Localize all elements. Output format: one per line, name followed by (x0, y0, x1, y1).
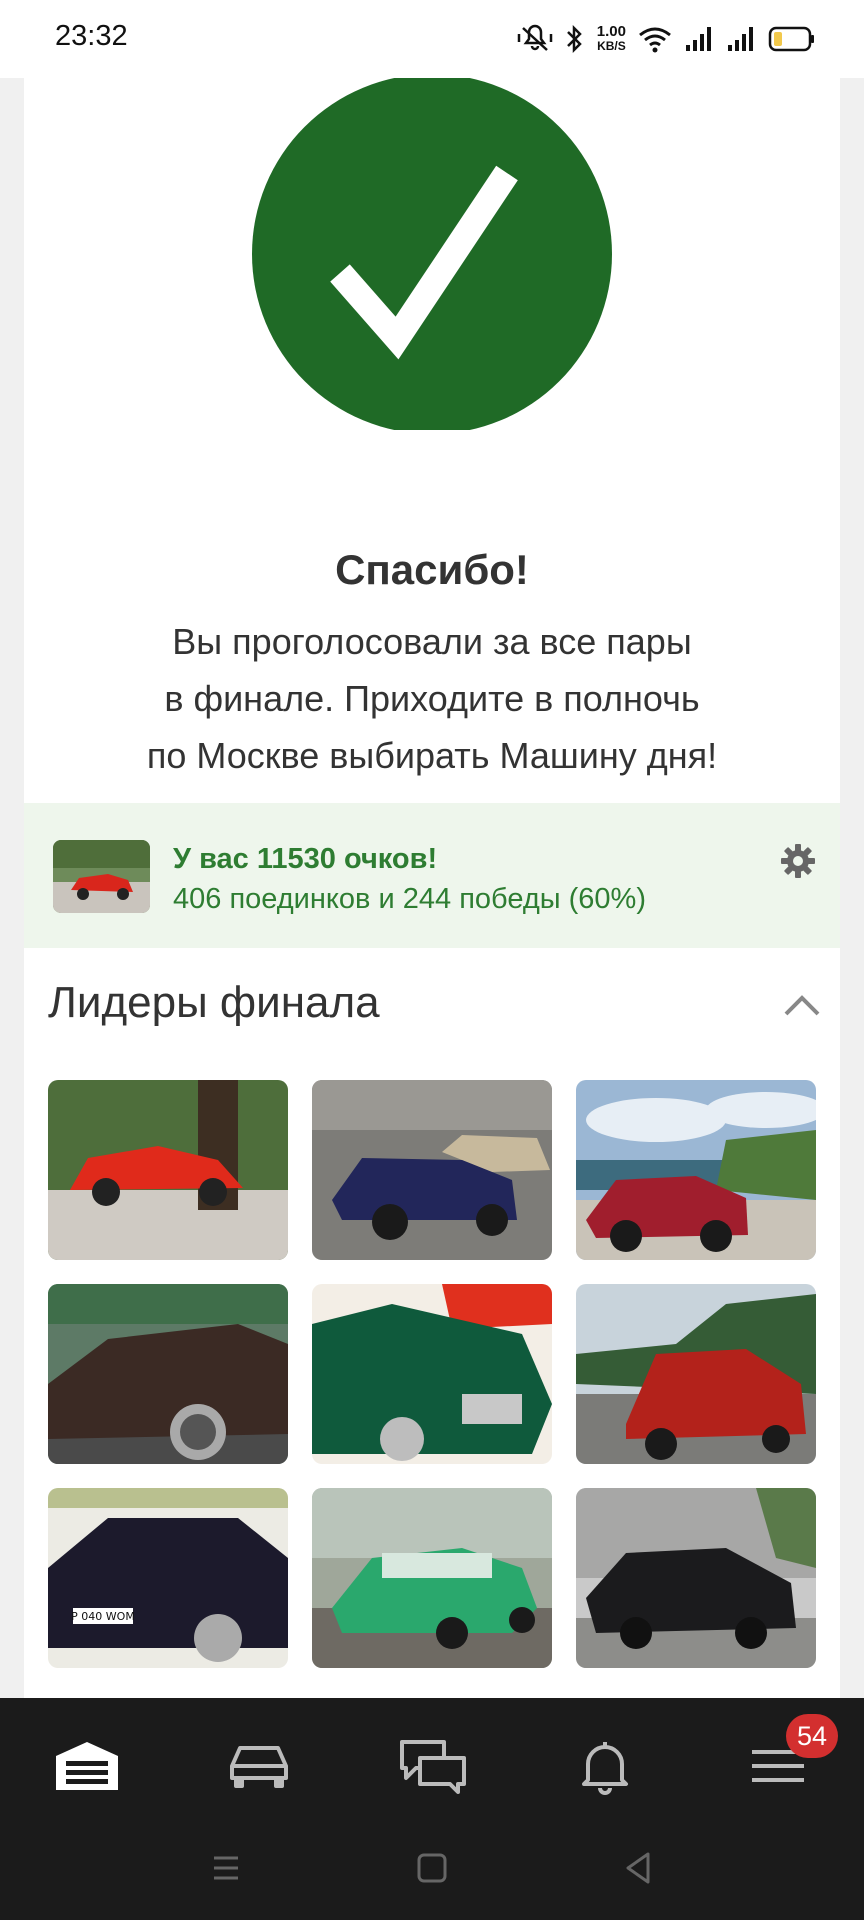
wifi-icon (639, 27, 671, 53)
license-plate: P 040 WOM (71, 1610, 135, 1623)
leader-car-thumb[interactable] (48, 1284, 288, 1464)
status-time: 23:32 (55, 20, 128, 52)
network-speed-unit: KB/S (597, 39, 626, 53)
leader-car-thumb[interactable] (48, 1080, 288, 1260)
thanks-line: в финале. Приходите в полночь (164, 678, 700, 719)
bottom-nav: 54 (0, 1698, 864, 1920)
leader-car-thumb[interactable] (312, 1284, 552, 1464)
checkmark-icon (252, 78, 612, 430)
user-car-avatar[interactable] (53, 840, 150, 913)
car-icon[interactable] (224, 1736, 294, 1796)
leader-car-thumb[interactable] (312, 1080, 552, 1260)
signal-icon (686, 27, 711, 51)
content-card: Спасибо! Вы проголосовали за все пары в … (24, 78, 840, 1698)
chevron-up-icon[interactable] (782, 990, 822, 1020)
signal-icon (728, 27, 753, 51)
network-speed: 1.00 KB/S (596, 23, 626, 53)
status-bar: 23:32 1.00 KB/S (0, 0, 864, 78)
system-home-icon[interactable] (412, 1848, 452, 1888)
bell-icon[interactable] (570, 1736, 640, 1796)
system-back-icon[interactable] (618, 1848, 658, 1888)
chat-icon[interactable] (398, 1736, 468, 1796)
gear-icon[interactable] (780, 843, 816, 879)
leader-car-thumb[interactable] (312, 1488, 552, 1668)
score-stats: 406 поединков и 244 победы (60%) (173, 883, 646, 915)
status-icons: 1.00 KB/S (517, 20, 816, 58)
notification-badge: 54 (786, 1714, 838, 1758)
battery-icon (768, 26, 814, 52)
leaders-title: Лидеры финала (48, 978, 380, 1027)
leader-car-thumb[interactable] (576, 1080, 816, 1260)
score-panel: У вас 11530 очков! 406 поединков и 244 п… (24, 803, 840, 948)
bluetooth-icon (566, 24, 582, 54)
mute-vibrate-icon (517, 24, 553, 51)
score-headline: У вас 11530 очков! (173, 843, 438, 875)
leader-car-thumb[interactable] (576, 1284, 816, 1464)
network-speed-value: 1.00 (596, 23, 626, 40)
garage-icon[interactable] (52, 1736, 122, 1796)
thanks-line: по Москве выбирать Машину дня! (146, 735, 718, 776)
screen: 23:32 1.00 KB/S Спасибо! Вы проголосовал… (0, 0, 864, 1920)
thanks-line: Вы проголосовали за все пары (172, 621, 692, 662)
system-menu-icon[interactable] (206, 1848, 246, 1888)
leader-car-thumb[interactable] (576, 1488, 816, 1668)
thanks-message: Вы проголосовали за все пары в финале. П… (64, 613, 800, 784)
leader-car-thumb[interactable]: P 040 WOM (48, 1488, 288, 1668)
thanks-title: Спасибо! (335, 546, 529, 593)
